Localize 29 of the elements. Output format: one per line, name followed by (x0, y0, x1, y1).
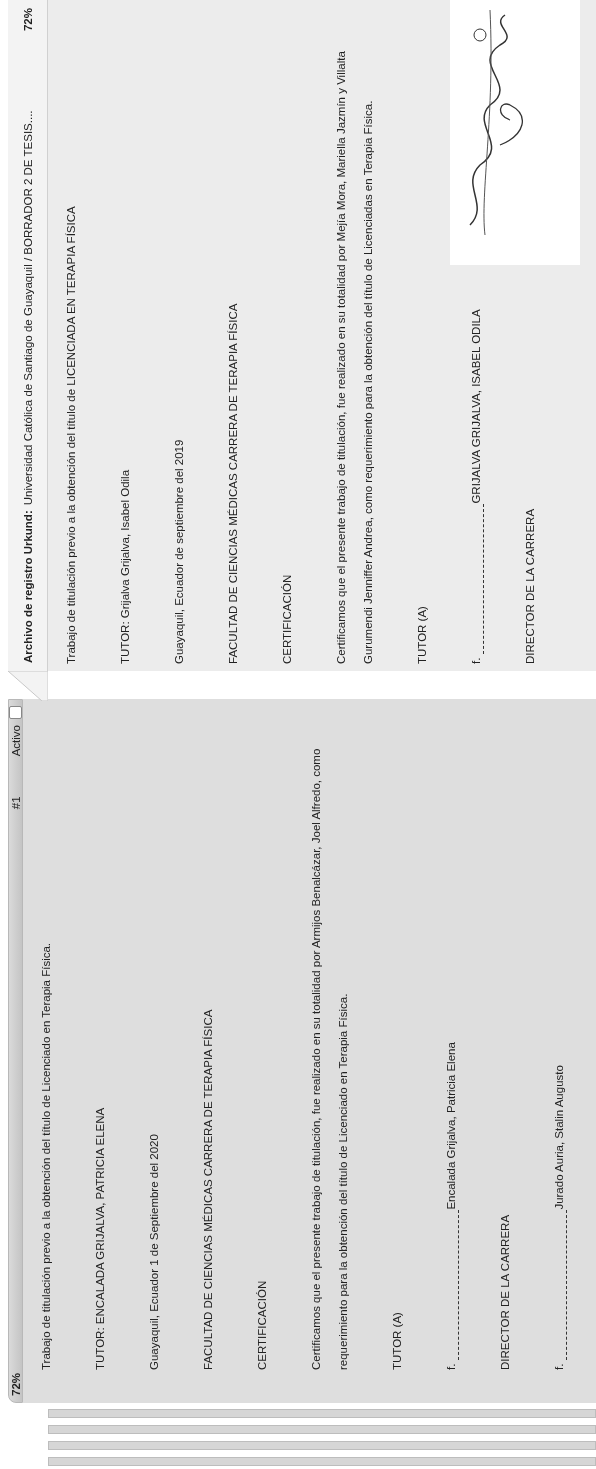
match-percent: 72% (9, 1372, 22, 1396)
paragraph-text: Trabajo de titulación previo a la obtención del título de Licenciado en Terapia Física. (39, 941, 53, 1370)
paragraph-text: TUTOR: Grijalva Grijalva, Isabel Odila (118, 468, 132, 664)
active-label: Activo (9, 725, 22, 757)
signature-prefix: f. (444, 1363, 458, 1370)
signature-prefix: f. (552, 1363, 566, 1370)
paragraph-text: TUTOR: ENCALADA GRIJALVA, PATRICIA ELENA (93, 1106, 107, 1370)
paragraph-text: DIRECTOR DE LA CARRERA (523, 507, 537, 664)
paragraph-text: Guayaquil, Ecuador 1 de Septiembre del 2020 (147, 1133, 161, 1370)
signer-name: Encalada Grijalva, Patricia Elena (444, 1042, 458, 1210)
paragraph-text: TUTOR (A) (390, 1311, 404, 1370)
paragraph-text: Guayaquil, Ecuador de septiembre del 2019 (172, 438, 186, 664)
signer-name: GRIJALVA GRIJALVA, ISABEL ODILA (469, 309, 483, 504)
registry-label: Archivo de registro Urkund: (21, 510, 34, 663)
active-checkbox[interactable] (9, 706, 22, 719)
paragraph-text: CERTIFICACIÓN (255, 1279, 269, 1370)
paragraph-text: Certificamos que el presente trabajo de titulación, fue realizado en su totalidad por Mejía Mora, Mariella Jazmín y Villalta Gurumendi Jenniffer Andrea, como requerimiento para la obtención del título de Licenciadas en Terapia Física. (334, 50, 375, 664)
paragraph-text: Certificamos que el presente trabajo de titulación, fue realizado en su totalidad por Armijos Benalcázar, Joel Alfredo, como requerimiento para la obtención del título de Licenciado en Terapia Física. (309, 747, 350, 1370)
paragraph-text: DIRECTOR DE LA CARRERA (498, 1213, 512, 1370)
paragraph-text: FACULTAD DE CIENCIAS MÉDICAS CARRERA DE TERAPIA FÍSICA (201, 1008, 215, 1370)
match-number: #1 (9, 796, 22, 810)
signature-prefix: f. (469, 657, 483, 664)
paragraph-text: Trabajo de titulación previo a la obtención del título de LICENCIADA EN TERAPIA FÍSICA (64, 205, 78, 664)
signer-name: Jurado Auria, Stalin Augusto (552, 1065, 566, 1210)
paragraph-text: TUTOR (A) (415, 605, 429, 664)
paragraph-text: CERTIFICACIÓN (280, 573, 294, 664)
match-percent: 72% (21, 8, 34, 32)
document-title: Universidad Católica de Santiago de Guayaquil / BORRADOR 2 DE TESIS.... (21, 109, 34, 506)
paragraph-text: FACULTAD DE CIENCIAS MÉDICAS CARRERA DE TERAPIA FÍSICA (226, 302, 240, 664)
